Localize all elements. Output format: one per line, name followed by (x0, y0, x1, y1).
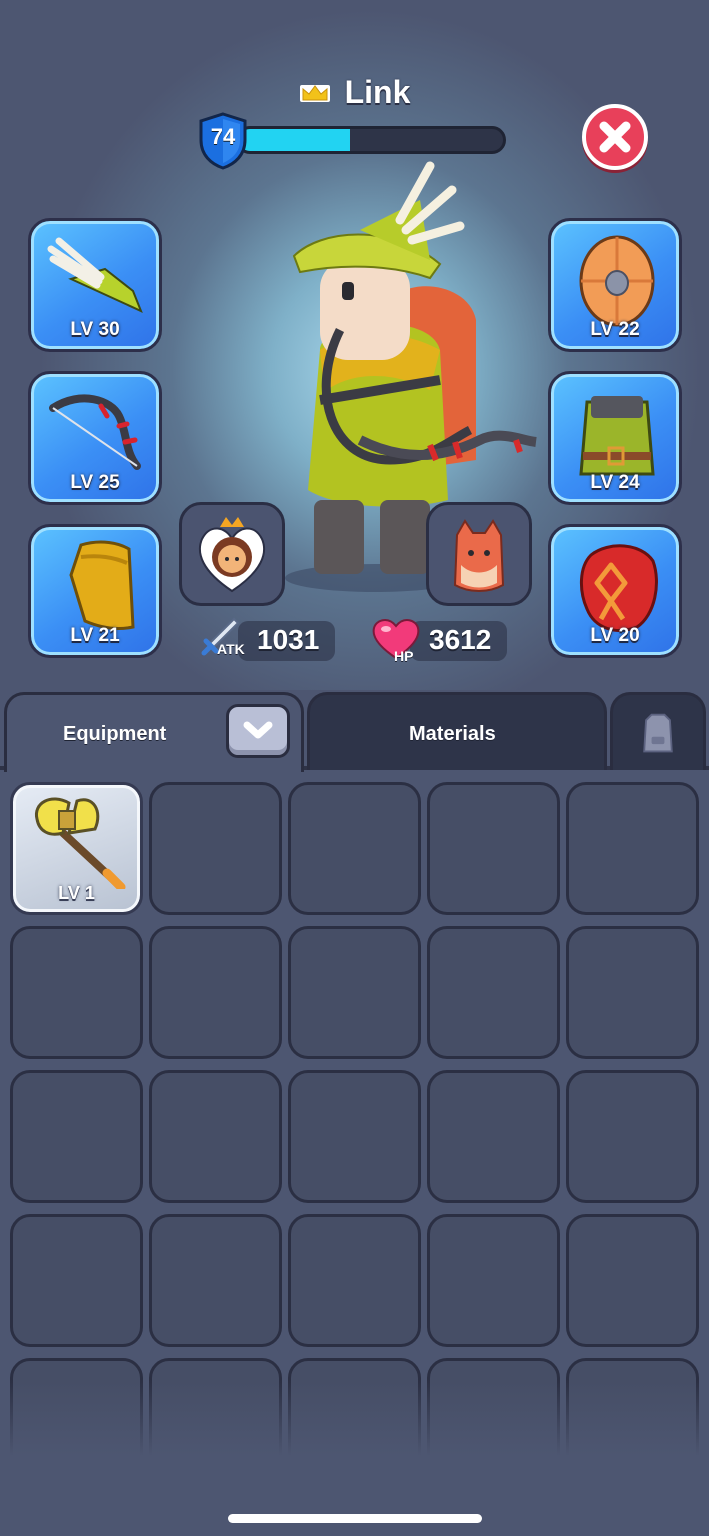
close-icon (599, 121, 631, 153)
inventory-cell-empty[interactable] (149, 1214, 282, 1347)
slot-level: LV 30 (70, 319, 120, 340)
cape-icon (69, 540, 135, 631)
rune-stone-icon (580, 544, 658, 632)
inventory-cell-empty[interactable] (288, 926, 421, 1059)
home-indicator[interactable] (228, 1514, 482, 1523)
inventory-cell-empty[interactable] (288, 1214, 421, 1347)
slot-level: LV 21 (70, 625, 120, 646)
equip-slot-rune[interactable]: LV 20 (548, 524, 682, 658)
slot-level: LV 20 (590, 625, 640, 646)
sort-dropdown-button[interactable] (226, 704, 290, 758)
tunic-icon (579, 396, 655, 476)
backpack-slot[interactable] (426, 502, 532, 606)
xp-bar (236, 126, 506, 154)
inventory-cell-empty[interactable] (427, 926, 560, 1059)
tab-materials-label: Materials (409, 723, 496, 745)
atk-value: 1031 (257, 624, 320, 655)
feather-hat-icon (47, 237, 143, 313)
pet-slot[interactable] (179, 502, 285, 606)
bow-icon (49, 394, 141, 470)
chevron-down-icon (243, 721, 273, 739)
equip-slot-cape[interactable]: LV 21 (28, 524, 162, 658)
inventory-cell-empty[interactable] (288, 1070, 421, 1203)
crown-icon (299, 85, 330, 102)
item-level: LV 1 (58, 883, 95, 903)
pet-avatar-icon (198, 517, 266, 593)
fox-backpack-icon (453, 519, 505, 592)
inventory-cell-empty[interactable] (10, 1070, 143, 1203)
inventory-cell-empty[interactable] (149, 926, 282, 1059)
inventory-cell-empty[interactable] (10, 1214, 143, 1347)
equip-slot-hat[interactable]: LV 30 (28, 218, 162, 352)
inventory-cell-empty[interactable] (10, 926, 143, 1059)
hero-level: 74 (210, 124, 236, 149)
inventory-cell-empty[interactable] (566, 782, 699, 915)
slot-level: LV 25 (70, 472, 120, 493)
equip-slot-bow[interactable]: LV 25 (28, 371, 162, 505)
inventory-cell-empty[interactable] (427, 1214, 560, 1347)
inventory-cell-empty[interactable] (288, 782, 421, 915)
inventory-cell-empty[interactable] (427, 782, 560, 915)
inventory-cell-empty[interactable] (566, 926, 699, 1059)
close-button[interactable] (582, 104, 648, 170)
bottom-bar (0, 1456, 709, 1536)
hp-value: 3612 (429, 624, 492, 655)
atk-label: ATK (217, 641, 245, 657)
inventory-item-battle-axe[interactable]: LV 1 (10, 782, 143, 915)
tab-equipment-label: Equipment (63, 723, 167, 745)
inventory-cell-empty[interactable] (149, 782, 282, 915)
grid-fade (0, 1380, 709, 1456)
hero-name: Link (344, 73, 411, 110)
inventory-cell-empty[interactable] (566, 1070, 699, 1203)
inventory-cell-empty[interactable] (566, 1214, 699, 1347)
backpack-icon (643, 713, 673, 753)
inventory-cell-empty[interactable] (149, 1070, 282, 1203)
round-shield-icon (579, 235, 655, 327)
equip-slot-tunic[interactable]: LV 24 (548, 371, 682, 505)
xp-fill (239, 129, 350, 151)
tab-materials[interactable]: Materials (307, 692, 607, 770)
slot-level: LV 24 (590, 472, 640, 493)
hp-label: HP (394, 648, 414, 664)
equip-slot-shield[interactable]: LV 22 (548, 218, 682, 352)
inventory-cell-empty[interactable] (427, 1070, 560, 1203)
battle-axe-icon (34, 797, 126, 889)
slot-level: LV 22 (590, 319, 640, 340)
tab-backpack[interactable] (610, 692, 706, 770)
